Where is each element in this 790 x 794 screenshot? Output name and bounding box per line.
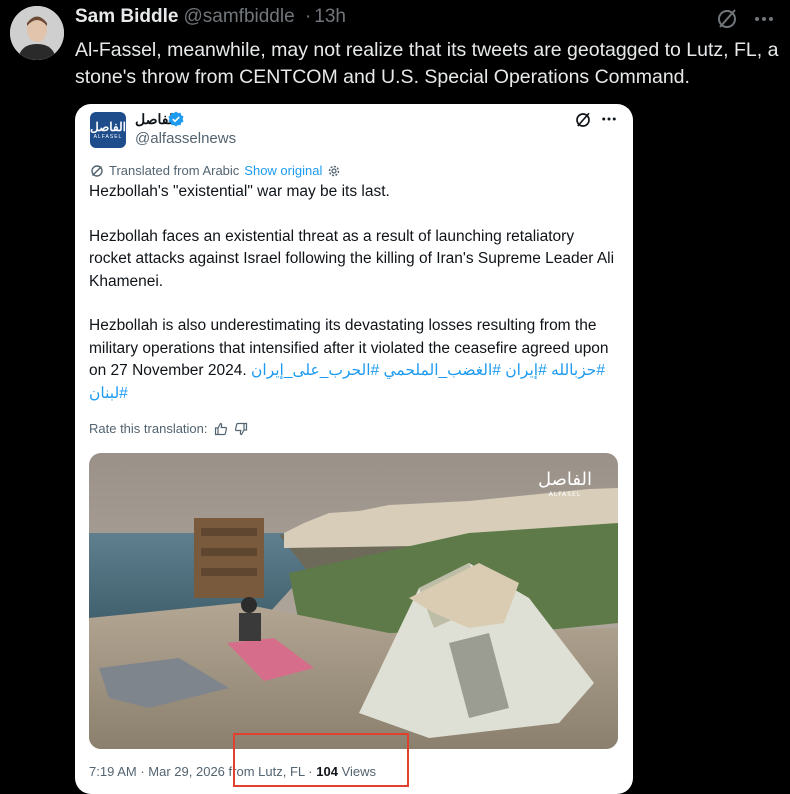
photo-scene: الفاصل ALFASEL — [89, 453, 618, 749]
author-handle[interactable]: @samfbiddle — [183, 6, 294, 27]
photo-watermark: الفاصل — [538, 469, 592, 490]
thumbs-up-icon[interactable] — [214, 422, 228, 436]
rate-translation: Rate this translation: — [89, 421, 248, 436]
tweet-time[interactable]: 13h — [314, 6, 346, 27]
separator: · — [140, 764, 145, 779]
translate-icon — [91, 164, 103, 177]
grok-icon[interactable] — [574, 111, 592, 129]
show-original-link[interactable]: Show original — [244, 163, 322, 178]
logo-subtext: ALFASEL — [93, 134, 123, 140]
quoted-author-handle[interactable]: @alfasselnews — [135, 130, 236, 147]
paragraph: Hezbollah faces an existential threat as… — [89, 227, 615, 290]
post-date[interactable]: Mar 29, 2026 — [148, 764, 225, 779]
verified-icon — [168, 111, 184, 127]
translated-label: Translated from Arabic — [109, 163, 240, 178]
tweet-header: Sam Biddle @samfbiddle · 13h — [75, 6, 346, 28]
avatar[interactable] — [10, 6, 64, 60]
gear-icon[interactable] — [327, 164, 341, 178]
paragraph-last: Hezbollah is also underestimating its de… — [89, 315, 619, 405]
rate-label: Rate this translation: — [89, 421, 208, 436]
tweet-text: Al-Fassel, meanwhile, may not realize th… — [75, 39, 779, 88]
logo-text: الفاصل — [90, 120, 126, 134]
tweet-photo[interactable]: الفاصل ALFASEL — [89, 453, 618, 749]
location-highlight-box — [233, 733, 409, 787]
quoted-tweet-text: Hezbollah's "existential" war may be its… — [89, 181, 619, 405]
separator: · — [304, 6, 312, 27]
quoted-avatar[interactable]: الفاصل ALFASEL — [90, 112, 126, 148]
more-icon[interactable] — [752, 7, 776, 31]
author-name[interactable]: Sam Biddle — [75, 6, 178, 27]
thumbs-down-icon[interactable] — [234, 422, 248, 436]
quoted-tweet-card[interactable]: الفاصل ALFASEL الفاصل @alfasselnews Tran… — [75, 104, 633, 794]
paragraph: Hezbollah's "existential" war may be its… — [89, 183, 390, 200]
more-icon[interactable] — [600, 110, 618, 128]
photo-watermark-sub: ALFASEL — [549, 491, 581, 498]
grok-icon[interactable] — [715, 7, 739, 31]
translated-notice: Translated from Arabic Show original — [90, 163, 341, 178]
post-time[interactable]: 7:19 AM — [89, 764, 137, 779]
